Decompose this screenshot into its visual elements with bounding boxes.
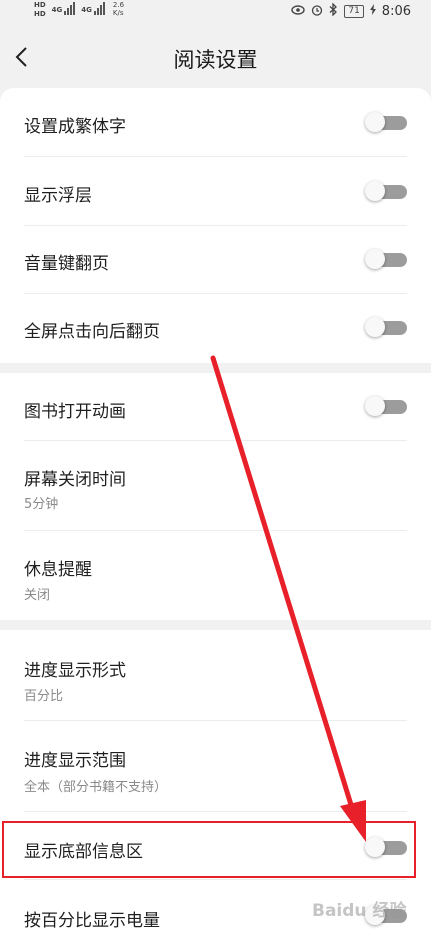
- setting-floating-layer[interactable]: 显示浮层: [0, 157, 431, 226]
- toggle-switch[interactable]: [365, 112, 407, 132]
- signal-2: 4G: [81, 1, 105, 15]
- settings-group-1: 设置成繁体字 显示浮层 音量键翻页 全屏点击向后翻页: [0, 88, 431, 363]
- speed-value: 2.6: [112, 1, 125, 9]
- eye-icon: [291, 4, 306, 18]
- settings-group-2: 图书打开动画 屏幕关闭时间 5分钟 休息提醒 关闭: [0, 373, 431, 620]
- hd-badge-1: HD: [34, 1, 46, 9]
- status-right: 71 8:06: [291, 2, 411, 19]
- setting-book-open-animation[interactable]: 图书打开动画: [0, 373, 431, 441]
- page-title: 阅读设置: [173, 48, 258, 72]
- signal-bars-1-icon: [64, 1, 76, 15]
- setting-value: 5分钟: [24, 497, 59, 512]
- network-speed: 2.6 K/s: [113, 1, 124, 17]
- setting-traditional-chinese[interactable]: 设置成繁体字: [0, 88, 431, 157]
- setting-value: 全本（部分书籍不支持）: [24, 780, 168, 795]
- setting-label: 进度显示范围: [24, 751, 126, 771]
- toggle-knob: [365, 181, 385, 201]
- signal-1-label: 4G: [51, 6, 63, 14]
- status-left: HD HD 4G 4G 2.6 K/s: [34, 1, 124, 19]
- setting-screen-off-time[interactable]: 屏幕关闭时间 5分钟: [0, 441, 431, 531]
- setting-label: 图书打开动画: [24, 402, 126, 422]
- bluetooth-icon: [329, 2, 338, 19]
- speed-unit: K/s: [112, 9, 124, 17]
- signal-1: 4G: [52, 1, 76, 15]
- setting-label: 音量键翻页: [24, 254, 109, 274]
- setting-label: 显示浮层: [24, 186, 92, 206]
- setting-label: 全屏点击向后翻页: [24, 322, 160, 342]
- setting-value: 百分比: [24, 689, 64, 704]
- setting-label: 屏幕关闭时间: [24, 470, 126, 490]
- toggle-switch[interactable]: [365, 396, 407, 416]
- header: 阅读设置: [0, 26, 431, 88]
- setting-label: 设置成繁体字: [24, 117, 126, 137]
- charging-icon: [369, 4, 376, 18]
- hd-badges: HD HD: [34, 1, 46, 19]
- setting-progress-range[interactable]: 进度显示范围 全本（部分书籍不支持）: [0, 721, 431, 812]
- setting-label: 按百分比显示电量: [24, 911, 160, 931]
- highlight-box: [2, 821, 416, 878]
- setting-rest-reminder[interactable]: 休息提醒 关闭: [0, 531, 431, 620]
- status-bar: HD HD 4G 4G 2.6 K/s 71 8:06: [0, 0, 431, 26]
- signal-bars-2-icon: [93, 1, 105, 15]
- setting-progress-format[interactable]: 进度显示形式 百分比: [0, 630, 431, 721]
- toggle-switch[interactable]: [365, 317, 407, 337]
- battery-indicator: 71: [344, 4, 364, 18]
- toggle-switch[interactable]: [365, 181, 407, 201]
- clock: 8:06: [381, 3, 411, 19]
- setting-label: 进度显示形式: [24, 661, 126, 681]
- toggle-knob: [365, 249, 385, 269]
- baidu-watermark: Baidu 经验: [312, 901, 407, 921]
- toggle-knob: [365, 317, 385, 337]
- toggle-knob: [365, 396, 385, 416]
- setting-fullscreen-tap[interactable]: 全屏点击向后翻页: [0, 294, 431, 363]
- alarm-icon: [311, 4, 323, 19]
- setting-label: 休息提醒: [24, 560, 92, 580]
- setting-volume-key-turn[interactable]: 音量键翻页: [0, 226, 431, 294]
- toggle-knob: [365, 112, 385, 132]
- signal-2-label: 4G: [81, 6, 92, 14]
- hd-badge-2: HD: [34, 10, 46, 18]
- toggle-switch[interactable]: [365, 249, 407, 269]
- setting-value: 关闭: [24, 588, 51, 603]
